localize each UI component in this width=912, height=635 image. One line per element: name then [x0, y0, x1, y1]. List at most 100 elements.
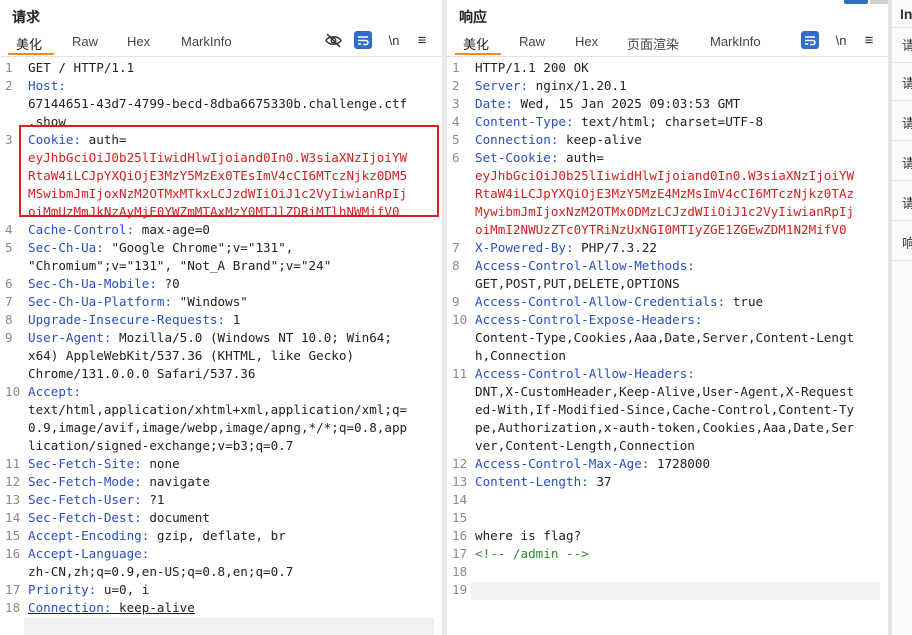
- menu-icon[interactable]: ≡: [414, 31, 430, 49]
- code-line[interactable]: 17 Priority: u=0, i: [0, 582, 442, 600]
- line-text: Access-Control-Expose-Headers:: [475, 312, 702, 327]
- code-line[interactable]: 15 Accept-Encoding: gzip, deflate, br: [0, 528, 442, 546]
- code-line[interactable]: 10 Accept:: [0, 384, 442, 402]
- menu-icon[interactable]: ≡: [861, 31, 877, 49]
- eye-off-icon[interactable]: [324, 31, 342, 49]
- code-line[interactable]: eyJhbGciOiJ0b25lIiwidHlwIjoiand0In0.W3si…: [447, 168, 888, 186]
- response-title: 响应: [459, 9, 487, 25]
- line-number: 14: [5, 510, 21, 525]
- request-tab-markinfo[interactable]: MarkInfo: [181, 34, 232, 49]
- header-name: Accept-Encoding:: [28, 528, 150, 543]
- header-value: ed-With,If-Modified-Since,Cache-Control,…: [475, 402, 855, 417]
- code-line[interactable]: 6 Sec-Ch-Ua-Mobile: ?0: [0, 276, 442, 294]
- header-value: HTTP/1.1 200 OK: [475, 60, 589, 75]
- code-line[interactable]: 3 Date: Wed, 15 Jan 2025 09:03:53 GMT: [447, 96, 888, 114]
- response-tab-raw[interactable]: Raw: [519, 34, 545, 49]
- code-line[interactable]: 9 Access-Control-Allow-Credentials: true: [447, 294, 888, 312]
- code-line[interactable]: Chrome/131.0.0.0 Safari/537.36: [0, 366, 442, 384]
- code-line[interactable]: 18: [447, 564, 888, 582]
- response-tab-markinfo[interactable]: MarkInfo: [710, 34, 761, 49]
- request-tab-raw[interactable]: Raw: [72, 34, 98, 49]
- code-line[interactable]: 4 Content-Type: text/html; charset=UTF-8: [447, 114, 888, 132]
- code-line[interactable]: text/html,application/xhtml+xml,applicat…: [0, 402, 442, 420]
- code-line[interactable]: ver,Content-Length,Connection: [447, 438, 888, 456]
- line-text: GET,POST,PUT,DELETE,OPTIONS: [475, 276, 680, 291]
- inspector-item[interactable]: 请: [902, 193, 912, 212]
- code-line[interactable]: 5 Sec-Ch-Ua: "Google Chrome";v="131",: [0, 240, 442, 258]
- code-line[interactable]: 6 Set-Cookie: auth=: [447, 150, 888, 168]
- line-number: 12: [452, 456, 468, 471]
- code-line[interactable]: 13 Sec-Fetch-User: ?1: [0, 492, 442, 510]
- code-line[interactable]: RtaW4iLCJpYXQiOjE3MzY5MzE4MzMsImV4cCI6MT…: [447, 186, 888, 204]
- inspector-divider: [892, 220, 912, 221]
- code-line[interactable]: 11 Access-Control-Allow-Headers:: [447, 366, 888, 384]
- code-line[interactable]: 14 Sec-Fetch-Dest: document: [0, 510, 442, 528]
- code-line[interactable]: 8 Upgrade-Insecure-Requests: 1: [0, 312, 442, 330]
- response-tab-pretty[interactable]: 美化: [463, 34, 489, 53]
- code-line[interactable]: "Chromium";v="131", "Not_A Brand";v="24": [0, 258, 442, 276]
- header-name: X-Powered-By:: [475, 240, 574, 255]
- response-tab-hex[interactable]: Hex: [575, 34, 598, 49]
- header-name: Priority:: [28, 582, 97, 597]
- code-line[interactable]: 1 HTTP/1.1 200 OK: [447, 60, 888, 78]
- line-text: DNT,X-CustomHeader,Keep-Alive,User-Agent…: [475, 384, 854, 399]
- line-number: 13: [452, 474, 468, 489]
- response-tab-render[interactable]: 页面渲染: [627, 34, 679, 53]
- code-line[interactable]: 14: [447, 492, 888, 510]
- code-line[interactable]: 5 Connection: keep-alive: [447, 132, 888, 150]
- header-value: document: [141, 510, 210, 525]
- code-line[interactable]: 16 where is flag?: [447, 528, 888, 546]
- code-line[interactable]: 13 Content-Length: 37: [447, 474, 888, 492]
- code-line[interactable]: 10 Access-Control-Expose-Headers:: [447, 312, 888, 330]
- request-tab-hex[interactable]: Hex: [127, 34, 150, 49]
- header-value: eyJhbGciOiJ0b25lIiwidHlwIjoiand0In0.W3si…: [475, 168, 855, 183]
- line-text: text/html,application/xhtml+xml,applicat…: [28, 402, 407, 417]
- code-line[interactable]: 17 <!-- /admin -->: [447, 546, 888, 564]
- code-line[interactable]: DNT,X-CustomHeader,Keep-Alive,User-Agent…: [447, 384, 888, 402]
- code-line[interactable]: 7 X-Powered-By: PHP/7.3.22: [447, 240, 888, 258]
- inspector-item[interactable]: 请: [902, 113, 912, 132]
- code-line[interactable]: 2 Host:: [0, 78, 442, 96]
- inspector-item[interactable]: 响: [902, 233, 912, 252]
- newline-toggle-icon[interactable]: \n: [831, 31, 851, 49]
- code-line[interactable]: 4 Cache-Control: max-age=0: [0, 222, 442, 240]
- code-line[interactable]: GET,POST,PUT,DELETE,OPTIONS: [447, 276, 888, 294]
- code-line[interactable]: 67144651-43d7-4799-becd-8dba6675330b.cha…: [0, 96, 442, 114]
- code-line[interactable]: 8 Access-Control-Allow-Methods:: [447, 258, 888, 276]
- code-line[interactable]: 16 Accept-Language:: [0, 546, 442, 564]
- code-line[interactable]: 11 Sec-Fetch-Site: none: [0, 456, 442, 474]
- line-number: 2: [5, 78, 13, 93]
- line-text: Set-Cookie: auth=: [475, 150, 604, 165]
- code-line[interactable]: 19: [447, 582, 888, 600]
- code-line[interactable]: 9 User-Agent: Mozilla/5.0 (Windows NT 10.…: [0, 330, 442, 348]
- code-line[interactable]: ed-With,If-Modified-Since,Cache-Control,…: [447, 402, 888, 420]
- header-value: 1728000: [649, 456, 711, 471]
- code-line[interactable]: 15: [447, 510, 888, 528]
- code-line[interactable]: zh-CN,zh;q=0.9,en-US;q=0.8,en;q=0.7: [0, 564, 442, 582]
- code-line[interactable]: 7 Sec-Ch-Ua-Platform: "Windows": [0, 294, 442, 312]
- code-line[interactable]: h,Connection: [447, 348, 888, 366]
- wrap-icon[interactable]: [354, 31, 372, 49]
- newline-toggle-icon[interactable]: \n: [384, 31, 404, 49]
- request-tab-pretty[interactable]: 美化: [16, 34, 42, 53]
- code-line[interactable]: x64) AppleWebKit/537.36 (KHTML, like Gec…: [0, 348, 442, 366]
- code-line[interactable]: MywibmJmIjoxNzM2OTMx0DMzLCJzdWIiOiJ1c2Vy…: [447, 204, 888, 222]
- inspector-item[interactable]: 请: [902, 73, 912, 92]
- code-line[interactable]: pe,Authorization,x-auth-token,Cookies,Aa…: [447, 420, 888, 438]
- code-line[interactable]: 0.9,image/avif,image/webp,image/apng,*/*…: [0, 420, 442, 438]
- inspector-item[interactable]: 请: [902, 153, 912, 172]
- code-line[interactable]: 18 Connection: keep-alive: [0, 600, 442, 618]
- header-name: Access-Control-Allow-Credentials:: [475, 294, 726, 309]
- inspector-item[interactable]: 请: [902, 35, 912, 54]
- line-text: 67144651-43d7-4799-becd-8dba6675330b.cha…: [28, 96, 407, 111]
- code-line[interactable]: oiMmI2NWUzZTc0YTRiNzUxNGI0MTIyZGE1ZGEwZD…: [447, 222, 888, 240]
- code-line[interactable]: 12 Access-Control-Max-Age: 1728000: [447, 456, 888, 474]
- code-line[interactable]: Content-Type,Cookies,Aaa,Date,Server,Con…: [447, 330, 888, 348]
- line-text: HTTP/1.1 200 OK: [475, 60, 589, 75]
- code-line[interactable]: 1 GET / HTTP/1.1: [0, 60, 442, 78]
- response-tabs: 美化 Raw Hex 页面渲染 MarkInfo: [447, 30, 888, 54]
- code-line[interactable]: lication/signed-exchange;v=b3;q=0.7: [0, 438, 442, 456]
- wrap-icon[interactable]: [801, 31, 819, 49]
- code-line[interactable]: 12 Sec-Fetch-Mode: navigate: [0, 474, 442, 492]
- code-line[interactable]: 2 Server: nginx/1.20.1: [447, 78, 888, 96]
